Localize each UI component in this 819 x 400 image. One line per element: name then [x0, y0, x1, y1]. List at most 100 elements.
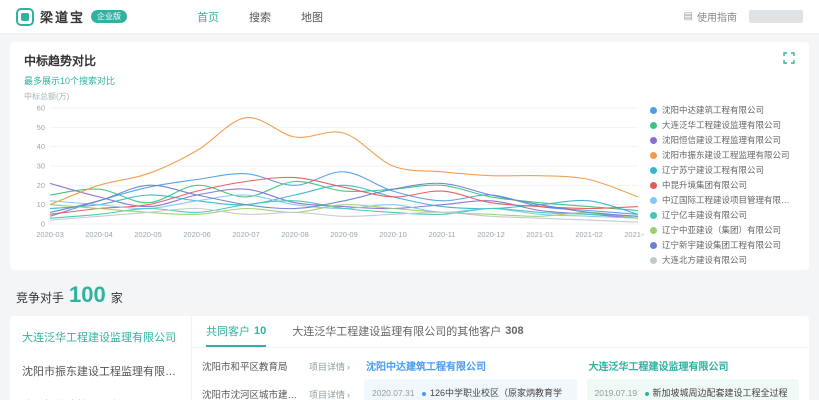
y-axis-label: 中标总额(万): [24, 91, 795, 102]
trend-subtitle: 最多展示10个搜索对比: [24, 74, 795, 87]
app-logo-icon: [16, 8, 34, 26]
top-navbar: 梁道宝 企业版 首页 搜索 地图 ▤ 使用指南: [0, 0, 819, 34]
chart-row: 01020304050602020-032020-042020-052020-0…: [24, 102, 795, 266]
user-name-redacted[interactable]: [749, 10, 803, 23]
competitor-item[interactable]: 沈阳市振东建设工程监理有限公司: [10, 354, 191, 388]
legend-label: 沈阳恒信建设工程监理有限公司: [662, 134, 781, 146]
nav-item[interactable]: 地图: [301, 9, 323, 25]
svg-text:2020-03: 2020-03: [36, 230, 64, 239]
chart-legend: 沈阳中达建筑工程有限公司 大连泛华工程建设监理有限公司 沈阳恒信建设工程监理有限…: [644, 102, 794, 266]
competitor-item[interactable]: 大连泛华工程建设监理有限公司: [10, 320, 191, 354]
legend-label: 沈阳市振东建设工程监理有限公司: [662, 149, 790, 161]
trend-title: 中标趋势对比: [24, 52, 795, 69]
app-viewport: 梁道宝 企业版 首页 搜索 地图 ▤ 使用指南 中标趋势对比: [0, 0, 819, 400]
competitors-heading-suffix: 家: [111, 289, 123, 306]
legend-label: 大连北方建设有限公司: [662, 254, 747, 266]
series-color-dot-icon: [650, 197, 657, 204]
legend-item[interactable]: 沈阳中达建筑工程有限公司: [650, 104, 794, 116]
company-panels: 沈阳中达建筑工程有限公司 2020.07.31 126中学职业校区（原家炳教育学…: [360, 348, 809, 400]
clients-content: 沈阳市和平区教育局 项目详情› 沈阳市沈河区城市建设局 项目详情› 沈阳市沈河区…: [192, 348, 809, 400]
brand[interactable]: 梁道宝 企业版: [16, 7, 127, 26]
series-color-dot-icon: [650, 227, 657, 234]
trend-line-chart[interactable]: 01020304050602020-032020-042020-052020-0…: [24, 102, 644, 240]
legend-item[interactable]: 辽宁新宇建设集团工程有限公司: [650, 239, 794, 251]
tab-label: 大连泛华工程建设监理有限公司的其他客户: [292, 323, 501, 339]
usage-guide-link[interactable]: ▤ 使用指南: [684, 9, 737, 24]
fullscreen-icon[interactable]: [783, 52, 795, 64]
series-color-dot-icon: [650, 122, 657, 129]
panel-company-a: 沈阳中达建筑工程有限公司 2020.07.31 126中学职业校区（原家炳教育学…: [364, 354, 577, 400]
svg-text:2020-08: 2020-08: [281, 230, 309, 239]
timeline-entry[interactable]: 2020.07.31 126中学职业校区（原家炳教育学校）整体改造施工中标结果公…: [372, 387, 569, 400]
competitors-heading-prefix: 竞争对手: [16, 289, 64, 306]
legend-item[interactable]: 辽宁苏宁建设工程有限公司: [650, 164, 794, 176]
nav-item[interactable]: 首页: [197, 9, 219, 25]
usage-guide-label: 使用指南: [697, 9, 737, 24]
legend-label: 大连泛华工程建设监理有限公司: [662, 119, 781, 131]
legend-label: 中辽国际工程建设项目管理有限公...: [662, 194, 794, 206]
svg-text:2020-05: 2020-05: [134, 230, 162, 239]
client-tabs: 共同客户 10 大连泛华工程建设监理有限公司的其他客户 308: [192, 316, 809, 348]
entry-main: 126中学职业校区（原家炳教育学校）整体改造施工中标结果公示施工 产品整体改造施…: [422, 387, 569, 400]
svg-text:2020-07: 2020-07: [232, 230, 260, 239]
svg-text:30: 30: [37, 162, 45, 171]
entry-main: 新加坡城周边配套建设工程全过程监理建设工程中标候选人公示监理 产品新加坡城园林景…: [645, 387, 792, 400]
entry-date: 2019.07.19: [595, 387, 639, 400]
svg-text:10: 10: [37, 200, 45, 209]
competitors-heading: 竞争对手 100 家: [16, 282, 803, 308]
tab-other-clients[interactable]: 大连泛华工程建设监理有限公司的其他客户 308: [292, 316, 523, 347]
competitor-item[interactable]: 沈阳恒信建筑工程有限公司: [10, 388, 191, 400]
svg-text:40: 40: [37, 142, 45, 151]
panel-b-title[interactable]: 大连泛华工程建设监理有限公司: [589, 358, 798, 373]
svg-text:2020-11: 2020-11: [429, 230, 456, 239]
competitors-count: 100: [69, 282, 106, 308]
clients-list: 沈阳市和平区教育局 项目详情› 沈阳市沈河区城市建设局 项目详情› 沈阳市沈河区…: [192, 348, 360, 400]
legend-item[interactable]: 大连北方建设有限公司: [650, 254, 794, 266]
panel-a-entries: 2020.07.31 126中学职业校区（原家炳教育学校）整体改造施工中标结果公…: [364, 379, 577, 400]
panel-company-b: 大连泛华工程建设监理有限公司 2019.07.19 新加坡城周边配套建设工程全过…: [587, 354, 800, 400]
svg-text:2020-12: 2020-12: [477, 230, 505, 239]
svg-text:2020-06: 2020-06: [183, 230, 211, 239]
book-icon: ▤: [684, 11, 693, 22]
legend-item[interactable]: 中昆升境集团有限公司: [650, 179, 794, 191]
svg-text:2020-09: 2020-09: [330, 230, 358, 239]
legend-item[interactable]: 大连泛华工程建设监理有限公司: [650, 119, 794, 131]
series-color-dot-icon: [650, 212, 657, 219]
legend-label: 辽宁中亚建设（集团）有限公司: [662, 224, 781, 236]
trend-card: 中标趋势对比 最多展示10个搜索对比 中标总额(万) 0102030405060…: [10, 42, 809, 270]
main-content: 中标趋势对比 最多展示10个搜索对比 中标总额(万) 0102030405060…: [0, 34, 819, 400]
legend-item[interactable]: 辽宁亿丰建设有限公司: [650, 209, 794, 221]
main-nav: 首页 搜索 地图: [197, 9, 323, 25]
legend-label: 辽宁苏宁建设工程有限公司: [662, 164, 764, 176]
competitors-card: 大连泛华工程建设监理有限公司 沈阳市振东建设工程监理有限公司 沈阳恒信建筑工程有…: [10, 316, 809, 400]
brand-name: 梁道宝: [40, 7, 85, 26]
tab-label: 共同客户: [206, 323, 250, 339]
series-color-dot-icon: [650, 167, 657, 174]
chevron-right-icon: ›: [347, 390, 350, 400]
series-color-dot-icon: [650, 242, 657, 249]
timeline-entry[interactable]: 2019.07.19 新加坡城周边配套建设工程全过程监理建设工程中标候选人公示监…: [595, 387, 792, 400]
entry-date: 2020.07.31: [372, 387, 416, 400]
legend-item[interactable]: 沈阳市振东建设工程监理有限公司: [650, 149, 794, 161]
legend-item[interactable]: 辽宁中亚建设（集团）有限公司: [650, 224, 794, 236]
legend-item[interactable]: 中辽国际工程建设项目管理有限公...: [650, 194, 794, 206]
tab-common-clients[interactable]: 共同客户 10: [206, 316, 266, 347]
series-color-dot-icon: [650, 152, 657, 159]
tab-count: 308: [505, 325, 523, 337]
header-right: ▤ 使用指南: [684, 9, 803, 24]
svg-text:2020-10: 2020-10: [379, 230, 407, 239]
svg-text:20: 20: [37, 181, 45, 190]
nav-item[interactable]: 搜索: [249, 9, 271, 25]
project-detail-link[interactable]: 项目详情›: [309, 360, 350, 373]
legend-item[interactable]: 沈阳恒信建设工程监理有限公司: [650, 134, 794, 146]
tab-count: 10: [254, 325, 266, 337]
svg-text:0: 0: [41, 220, 45, 229]
panel-b-entries: 2019.07.19 新加坡城周边配套建设工程全过程监理建设工程中标候选人公示监…: [587, 379, 800, 400]
legend-label: 辽宁亿丰建设有限公司: [662, 209, 747, 221]
panel-a-title[interactable]: 沈阳中达建筑工程有限公司: [366, 358, 575, 373]
chevron-right-icon: ›: [347, 362, 350, 372]
legend-label: 中昆升境集团有限公司: [662, 179, 747, 191]
project-detail-link[interactable]: 项目详情›: [309, 388, 350, 400]
series-color-dot-icon: [650, 137, 657, 144]
legend-label: 沈阳中达建筑工程有限公司: [662, 104, 764, 116]
